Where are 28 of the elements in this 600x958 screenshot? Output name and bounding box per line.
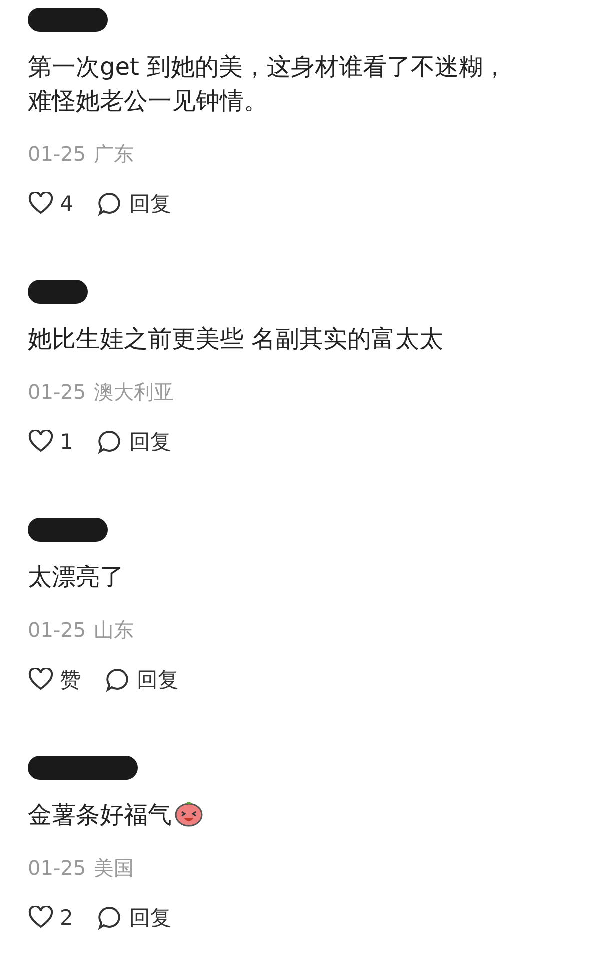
comment-location: 广东 [94, 141, 134, 168]
speech-bubble-icon[interactable] [97, 905, 124, 931]
heart-icon[interactable] [28, 906, 54, 930]
reply-link[interactable]: 回复 [129, 904, 172, 932]
heart-icon[interactable] [28, 668, 54, 692]
comment-date: 01-25 [28, 855, 86, 882]
like-count[interactable]: 4 [60, 192, 74, 216]
reply-link[interactable]: 回复 [129, 428, 172, 456]
heart-icon[interactable] [28, 192, 54, 216]
like-count[interactable]: 2 [60, 906, 74, 930]
comment-location: 澳大利亚 [94, 379, 174, 406]
heart-icon[interactable] [28, 430, 54, 454]
speech-bubble-icon[interactable] [97, 429, 124, 455]
comment-text: 太漂亮了 [28, 562, 125, 593]
comment-text: 她比生娃之前更美些 名副其实的富太太 [28, 324, 445, 355]
reply-link[interactable]: 回复 [129, 190, 172, 218]
comment-date: 01-25 [28, 617, 86, 644]
comment-location: 美国 [94, 855, 134, 882]
comment-text: 第一次get 到她的美，这身材谁看了不迷糊，难怪她老公一见钟情。 [28, 52, 508, 117]
speech-bubble-icon[interactable] [105, 667, 131, 693]
comment-date: 01-25 [28, 379, 86, 406]
comment-text: 金薯条好福气 [28, 801, 172, 829]
like-count[interactable]: 1 [60, 430, 74, 454]
reply-link[interactable]: 回复 [137, 666, 179, 694]
like-count[interactable]: 赞 [60, 666, 81, 694]
comment-location: 山东 [94, 617, 134, 644]
speech-bubble-icon[interactable] [97, 191, 124, 217]
comment-date: 01-25 [28, 141, 86, 168]
